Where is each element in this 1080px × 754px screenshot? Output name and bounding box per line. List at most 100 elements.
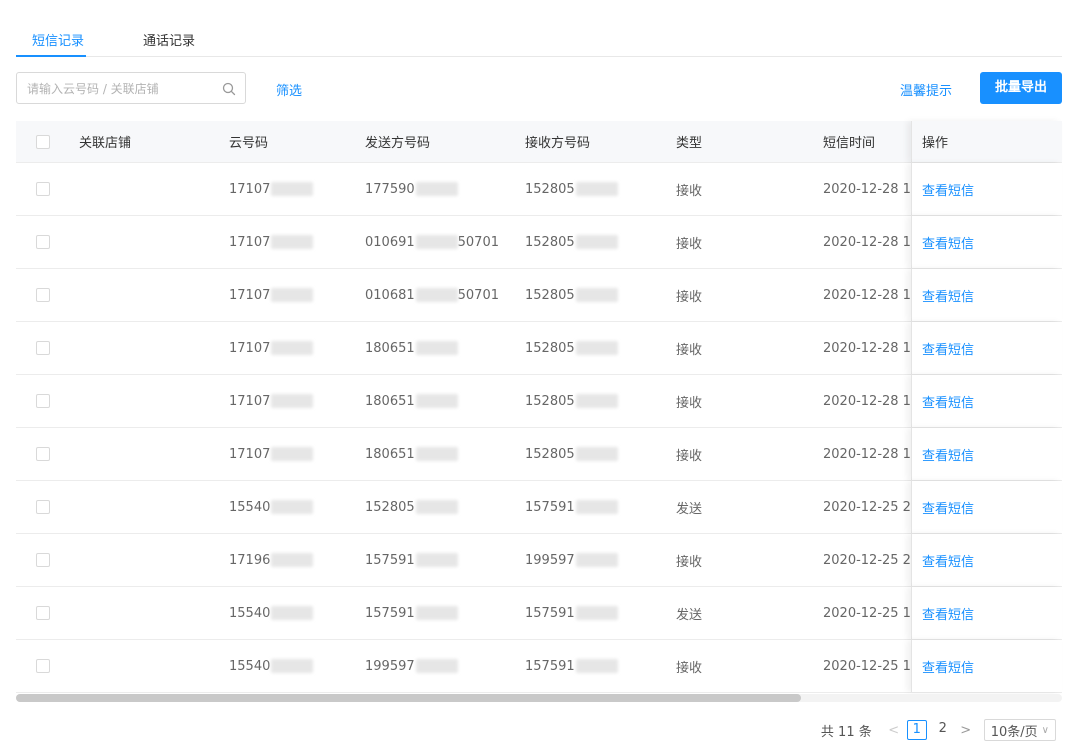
row-checkbox[interactable] xyxy=(36,394,50,408)
total-count: 共 11 条 xyxy=(820,724,872,740)
sender-number-text: 157591 xyxy=(365,552,415,568)
cell-receiver-number: 157591 xyxy=(525,587,665,639)
redacted-mask xyxy=(575,288,618,302)
row-checkbox[interactable] xyxy=(36,288,50,302)
cell-action: 查看短信 xyxy=(911,375,1062,427)
view-sms-link[interactable]: 查看短信 xyxy=(922,286,974,305)
page-1-button[interactable]: 1 xyxy=(906,720,927,740)
cell-type: 接收 xyxy=(676,554,703,570)
row-checkbox[interactable] xyxy=(36,659,50,673)
row-checkbox[interactable] xyxy=(36,235,50,249)
cell-sms-time: 2020-12-28 14: xyxy=(823,234,913,250)
cloud-number-text: 15540 xyxy=(229,499,271,515)
page-size-select[interactable]: 10条/页 ∨ xyxy=(983,719,1056,741)
next-page-icon[interactable]: > xyxy=(958,723,974,738)
redacted-mask xyxy=(271,500,314,514)
column-header-sender-number: 发送方号码 xyxy=(365,136,431,151)
cell-store xyxy=(79,375,219,427)
row-checkbox[interactable] xyxy=(36,447,50,461)
cell-sender-number: 157591 xyxy=(365,587,525,639)
view-sms-link[interactable]: 查看短信 xyxy=(922,339,974,358)
redacted-mask xyxy=(415,394,458,408)
redacted-mask xyxy=(415,288,458,302)
tips-link[interactable]: 温馨提示 xyxy=(900,80,952,99)
cell-receiver-number: 152805 xyxy=(525,269,665,321)
table-row: 15540 152805 157591 发送 2020-12-25 20: 查看短信 xyxy=(16,481,1062,534)
table-row: 17107 010691 50701 152805 接收 2020-12-28 14: 查看… xyxy=(16,216,1062,269)
sender-number-text: 199597 xyxy=(365,658,415,674)
horizontal-scrollbar[interactable] xyxy=(16,694,1062,702)
cell-cloud-number: 15540 xyxy=(229,640,369,692)
cell-receiver-number: 152805 xyxy=(525,428,665,480)
page-2-button[interactable]: 2 xyxy=(933,720,953,740)
redacted-mask xyxy=(271,606,314,620)
redacted-mask xyxy=(271,447,314,461)
toolbar: 筛选 温馨提示 批量导出 xyxy=(16,72,1062,104)
view-sms-link[interactable]: 查看短信 xyxy=(922,180,974,199)
cloud-number-text: 17196 xyxy=(229,552,271,568)
row-checkbox[interactable] xyxy=(36,553,50,567)
cell-sender-number: 010681 50701 xyxy=(365,269,525,321)
filter-link[interactable]: 筛选 xyxy=(276,80,302,99)
table-row: 17107 010681 50701 152805 接收 2020-12-28 14: 查看… xyxy=(16,269,1062,322)
cell-action: 查看短信 xyxy=(911,428,1062,480)
receiver-number-text: 152805 xyxy=(525,287,575,303)
cell-cloud-number: 17107 xyxy=(229,322,369,374)
redacted-mask xyxy=(271,394,314,408)
search-icon[interactable] xyxy=(221,81,237,97)
view-sms-link[interactable]: 查看短信 xyxy=(922,233,974,252)
sender-number-text: 180651 xyxy=(365,446,415,462)
redacted-mask xyxy=(271,235,314,249)
view-sms-link[interactable]: 查看短信 xyxy=(922,392,974,411)
receiver-number-text: 199597 xyxy=(525,552,575,568)
table-row: 17107 180651 152805 接收 2020-12-28 13: 查看短信 xyxy=(16,428,1062,481)
view-sms-link[interactable]: 查看短信 xyxy=(922,551,974,570)
view-sms-link[interactable]: 查看短信 xyxy=(922,657,974,676)
receiver-number-text: 157591 xyxy=(525,499,575,515)
cell-receiver-number: 157591 xyxy=(525,640,665,692)
table-row: 17107 180651 152805 接收 2020-12-28 13: 查看短信 xyxy=(16,375,1062,428)
prev-page-icon[interactable]: < xyxy=(886,723,902,738)
redacted-mask xyxy=(415,235,458,249)
cell-receiver-number: 152805 xyxy=(525,322,665,374)
cell-sms-time: 2020-12-25 16: xyxy=(823,658,913,674)
cell-action: 查看短信 xyxy=(911,534,1062,586)
row-checkbox[interactable] xyxy=(36,182,50,196)
batch-export-button[interactable]: 批量导出 xyxy=(980,72,1062,104)
view-sms-link[interactable]: 查看短信 xyxy=(922,498,974,517)
table-row: 17196 157591 199597 接收 2020-12-25 20: 查看短信 xyxy=(16,534,1062,587)
table-row: 17107 180651 152805 接收 2020-12-28 13: 查看短信 xyxy=(16,322,1062,375)
cell-cloud-number: 17107 xyxy=(229,375,369,427)
receiver-number-text: 152805 xyxy=(525,340,575,356)
scrollbar-thumb[interactable] xyxy=(16,694,801,702)
cloud-number-text: 17107 xyxy=(229,181,271,197)
receiver-number-text: 152805 xyxy=(525,393,575,409)
select-all-checkbox[interactable] xyxy=(36,134,50,149)
column-header-receiver-number: 接收方号码 xyxy=(525,136,591,151)
cell-action: 查看短信 xyxy=(911,216,1062,268)
view-sms-link[interactable]: 查看短信 xyxy=(922,604,974,623)
cell-type: 接收 xyxy=(676,183,703,199)
redacted-mask xyxy=(415,447,458,461)
cell-action: 查看短信 xyxy=(911,269,1062,321)
cell-store xyxy=(79,587,219,639)
redacted-mask xyxy=(575,447,618,461)
cell-sms-time: 2020-12-25 16: xyxy=(823,605,913,621)
row-checkbox[interactable] xyxy=(36,341,50,355)
redacted-mask xyxy=(575,235,618,249)
view-sms-link[interactable]: 查看短信 xyxy=(922,445,974,464)
sender-number-text: 180651 xyxy=(365,340,415,356)
chevron-down-icon: ∨ xyxy=(1041,724,1049,736)
search-input[interactable] xyxy=(27,79,217,99)
redacted-mask xyxy=(575,606,618,620)
cell-action: 查看短信 xyxy=(911,587,1062,639)
redacted-mask xyxy=(271,288,314,302)
sender-number-text: 010691 xyxy=(365,234,415,250)
cell-sms-time: 2020-12-28 14: xyxy=(823,287,913,303)
row-checkbox[interactable] xyxy=(36,606,50,620)
receiver-number-text: 152805 xyxy=(525,446,575,462)
tab-sms-records[interactable]: 短信记录 xyxy=(32,30,84,49)
sender-number-tail: 50701 xyxy=(457,234,499,250)
row-checkbox[interactable] xyxy=(36,500,50,514)
tab-call-records[interactable]: 通话记录 xyxy=(143,30,195,49)
